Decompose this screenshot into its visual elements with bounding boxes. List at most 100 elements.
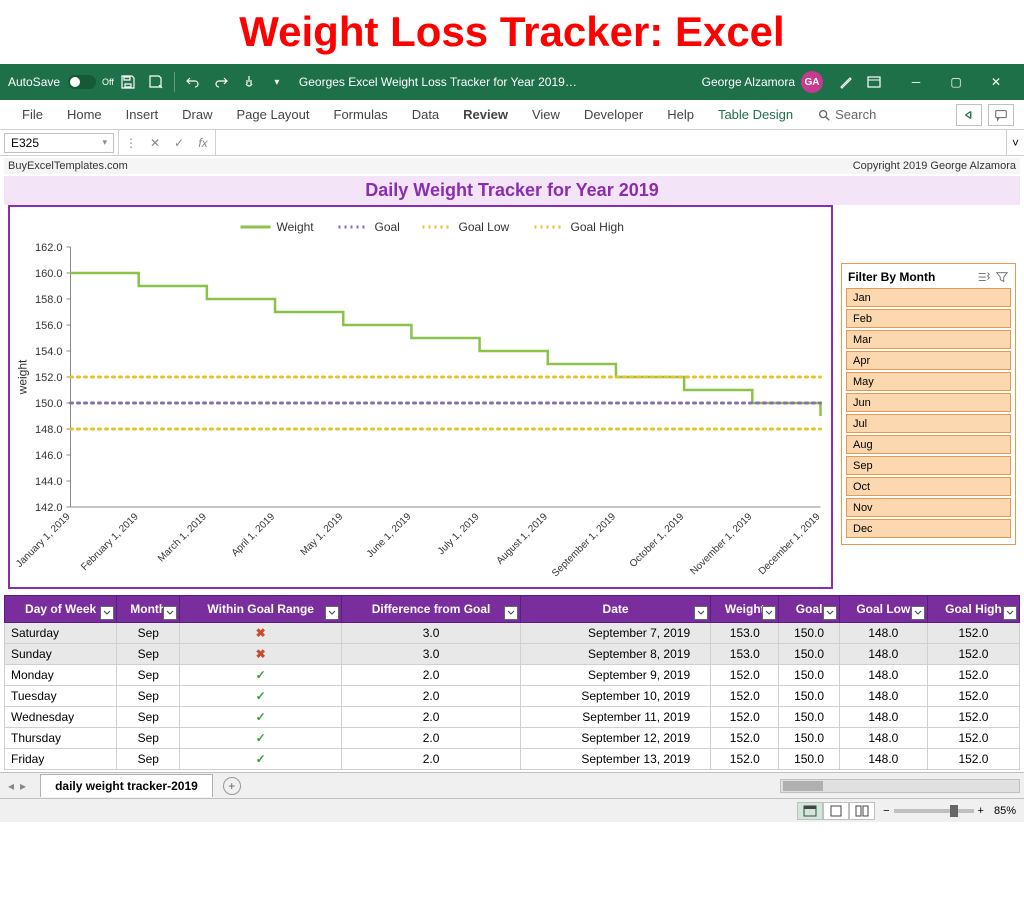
page-layout-view-icon[interactable] [823, 802, 849, 820]
tab-home[interactable]: Home [55, 101, 114, 128]
table-row[interactable]: SundaySep✖3.0September 8, 2019153.0150.0… [5, 644, 1020, 665]
cell-day[interactable]: Tuesday [5, 686, 117, 707]
cell-diff[interactable]: 2.0 [342, 665, 521, 686]
cell-within-goal[interactable]: ✓ [180, 728, 342, 749]
search-box[interactable]: Search [817, 107, 876, 122]
cell-date[interactable]: September 12, 2019 [520, 728, 710, 749]
sheet-nav-next-icon[interactable]: ▸ [20, 779, 26, 793]
cell-weight[interactable]: 153.0 [711, 623, 779, 644]
cell-day[interactable]: Saturday [5, 623, 117, 644]
table-row[interactable]: FridaySep✓2.0September 13, 2019152.0150.… [5, 749, 1020, 770]
slicer-item-apr[interactable]: Apr [846, 351, 1011, 370]
slicer-item-jan[interactable]: Jan [846, 288, 1011, 307]
table-row[interactable]: TuesdaySep✓2.0September 10, 2019 152.0 150… [5, 686, 1020, 707]
cell-day[interactable]: Wednesday [5, 707, 117, 728]
redo-icon[interactable] [210, 71, 232, 93]
save-as-icon[interactable] [145, 71, 167, 93]
cell-date[interactable]: September 13, 2019 [520, 749, 710, 770]
cell-month[interactable]: Sep [117, 707, 180, 728]
close-button[interactable]: ✕ [976, 64, 1016, 100]
cell-goal[interactable]: 150.0 [779, 728, 839, 749]
qat-dropdown-icon[interactable]: ▾ [266, 71, 288, 93]
cell-goal[interactable]: 150.0 [779, 623, 839, 644]
cell-within-goal[interactable]: ✓ [180, 749, 342, 770]
slicer-item-dec[interactable]: Dec [846, 519, 1011, 538]
cell-goal[interactable]: 150.0 [779, 644, 839, 665]
cell-diff[interactable]: 3.0 [342, 623, 521, 644]
cell-within-goal[interactable]: ✓ [180, 665, 342, 686]
cell-weight[interactable]: 152.0 [711, 728, 779, 749]
sheet-nav-prev-icon[interactable]: ◂ [8, 779, 14, 793]
cell-date[interactable]: September 11, 2019 [520, 707, 710, 728]
cell-diff[interactable]: 2.0 [342, 707, 521, 728]
cell-weight[interactable]: 152.0 [711, 707, 779, 728]
cell-goal-low[interactable]: 148.0 [839, 686, 927, 707]
cell-goal-low[interactable]: 148.0 [839, 707, 927, 728]
insert-function-icon[interactable]: ⋮ [119, 130, 143, 155]
cell-diff[interactable]: 3.0 [342, 644, 521, 665]
tab-table-design[interactable]: Table Design [706, 101, 805, 128]
zoom-label[interactable]: 85% [994, 805, 1016, 817]
cell-within-goal[interactable]: ✖ [180, 644, 342, 665]
sheet-tab[interactable]: daily weight tracker-2019 [40, 774, 213, 797]
filter-dropdown-icon[interactable] [504, 606, 518, 620]
cell-goal-high[interactable]: 152.0 [927, 686, 1019, 707]
cell-month[interactable]: Sep [117, 686, 180, 707]
cancel-formula-icon[interactable]: ✕ [143, 130, 167, 155]
cell-month[interactable]: Sep [117, 749, 180, 770]
cell-month[interactable]: Sep [117, 665, 180, 686]
tab-file[interactable]: File [10, 101, 55, 128]
zoom-slider[interactable] [894, 809, 974, 813]
cell-day[interactable]: Thursday [5, 728, 117, 749]
cell-date[interactable]: September 8, 2019 [520, 644, 710, 665]
cell-weight[interactable]: 152.0 [711, 749, 779, 770]
slicer-item-jul[interactable]: Jul [846, 414, 1011, 433]
slicer-item-mar[interactable]: Mar [846, 330, 1011, 349]
weight-chart[interactable]: WeightGoalGoal LowGoal High142.0144.0146… [8, 205, 833, 589]
cell-diff[interactable]: 2.0 [342, 686, 521, 707]
tab-view[interactable]: View [520, 101, 572, 128]
table-row[interactable]: WednesdaySep✓2.0September 11, 2019152.01… [5, 707, 1020, 728]
slicer-item-feb[interactable]: Feb [846, 309, 1011, 328]
cell-goal-low[interactable]: 148.0 [839, 665, 927, 686]
cell-goal[interactable]: 150.0 [779, 686, 839, 707]
name-box[interactable]: E325 ▾ [4, 133, 114, 153]
cell-goal[interactable]: 150.0 [779, 707, 839, 728]
add-sheet-button[interactable]: + [223, 777, 241, 795]
slicer-item-oct[interactable]: Oct [846, 477, 1011, 496]
cell-goal-high[interactable]: 152.0 [927, 623, 1019, 644]
fx-icon[interactable]: fx [191, 130, 215, 155]
cell-weight[interactable]: 153.0 [711, 644, 779, 665]
cell-within-goal[interactable]: ✓ [180, 686, 342, 707]
undo-icon[interactable] [182, 71, 204, 93]
filter-dropdown-icon[interactable] [694, 606, 708, 620]
comments-button[interactable] [988, 104, 1014, 126]
cell-day[interactable]: Sunday [5, 644, 117, 665]
slicer-item-may[interactable]: May [846, 372, 1011, 391]
draw-mode-icon[interactable] [835, 71, 857, 93]
tab-insert[interactable]: Insert [114, 101, 171, 128]
cell-month[interactable]: Sep [117, 728, 180, 749]
slicer-item-nov[interactable]: Nov [846, 498, 1011, 517]
multiselect-icon[interactable] [977, 270, 991, 284]
touch-mode-icon[interactable] [238, 71, 260, 93]
cell-within-goal[interactable]: ✓ [180, 707, 342, 728]
cell-goal[interactable]: 150.0 [779, 665, 839, 686]
cell-goal-high[interactable]: 152.0 [927, 644, 1019, 665]
page-break-view-icon[interactable] [849, 802, 875, 820]
tab-draw[interactable]: Draw [170, 101, 224, 128]
cell-goal-low[interactable]: 148.0 [839, 623, 927, 644]
formula-input[interactable] [216, 133, 1006, 153]
tab-review[interactable]: Review [451, 101, 520, 128]
cell-diff[interactable]: 2.0 [342, 728, 521, 749]
filter-dropdown-icon[interactable] [325, 606, 339, 620]
cell-within-goal[interactable]: ✖ [180, 623, 342, 644]
filter-dropdown-icon[interactable] [823, 606, 837, 620]
cell-goal-low[interactable]: 148.0 [839, 644, 927, 665]
cell-date[interactable]: September 10, 2019 [520, 686, 710, 707]
clear-filter-icon[interactable] [995, 270, 1009, 284]
slicer-item-sep[interactable]: Sep [846, 456, 1011, 475]
user-account[interactable]: George Alzamora GA [702, 71, 823, 93]
cell-date[interactable]: September 9, 2019 [520, 665, 710, 686]
filter-dropdown-icon[interactable] [1003, 606, 1017, 620]
